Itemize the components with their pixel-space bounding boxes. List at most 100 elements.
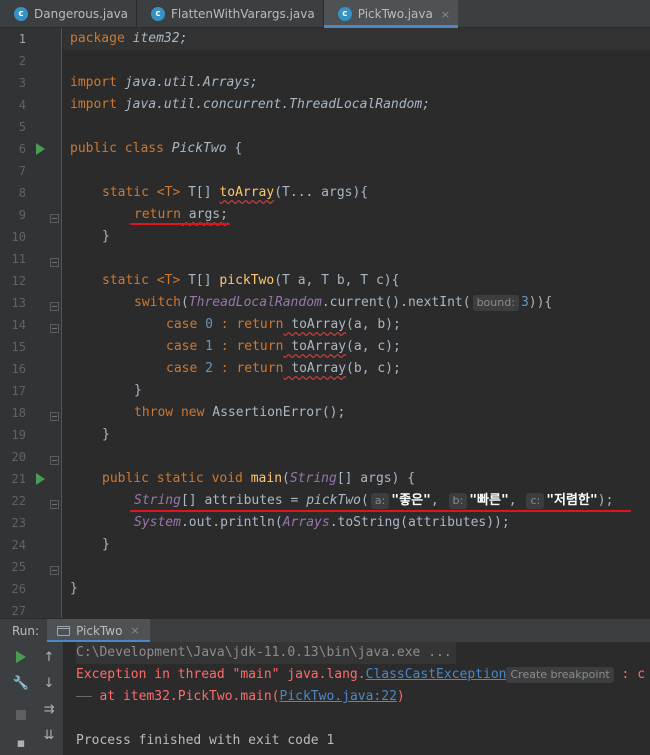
line-number: 8 [18,186,26,200]
call-chain: .current().nextInt( [321,295,471,310]
error-text: Exception in thread "main" java.lang. [76,667,366,682]
method-name: pickTwo [219,273,275,288]
fold-icon[interactable] [50,456,59,465]
camera-button[interactable]: ▪ [12,734,30,752]
params: (T... args){ [274,185,369,200]
fold-icon[interactable] [50,324,59,333]
paren: ( [282,471,290,486]
line-number: 19 [11,428,26,442]
camera-icon: ▪ [16,735,26,751]
line-number: 9 [18,208,26,222]
stop-button[interactable] [12,706,30,724]
code-line-3: import java.util.Arrays; [70,72,258,94]
code-line-23: System.out.println(Arrays.toString(attri… [134,512,510,534]
run-main-icon[interactable] [36,473,45,485]
run-tab-picktwo[interactable]: PickTwo × [47,618,150,643]
number: 0 [197,317,213,332]
parameter-hint: c: [526,493,545,509]
soft-wrap-button[interactable]: ⇉ [40,700,58,718]
console-command-line[interactable]: C:\Development\Java\jdk-11.0.13\bin\java… [76,642,456,664]
source-link[interactable]: PickTwo.java:22 [280,689,397,704]
paren: ( [180,295,189,310]
code-line-24: } [102,537,110,552]
fold-icon[interactable] [50,566,59,575]
stop-icon [16,710,26,720]
code-line-17: } [134,383,142,398]
keyword: : return [212,361,284,376]
line-number: 11 [11,252,26,266]
fold-icon[interactable] [50,412,59,421]
args: (a, b); [346,317,401,332]
editor-gutter: 1 2 3 4 5 6 7 8 9 10 11 12 13 14 15 16 1… [0,28,62,618]
code-editor[interactable]: package item32; import java.util.Arrays;… [63,28,650,618]
console-trace-line: —— at item32.PickTwo.main(PickTwo.java:2… [76,686,405,708]
return-expr: args; [180,207,228,222]
scroll-to-end-button[interactable]: ⇊ [40,726,58,744]
close-icon[interactable]: × [130,624,139,637]
paren: )){ [528,295,553,310]
line-number: 20 [11,450,26,464]
parameter-hint: a: [370,493,390,509]
editor-tab-bar: c Dangerous.java c FlattenWithVarargs.ja… [0,0,650,28]
exception-link[interactable]: ClassCastException [366,667,507,682]
return-type: T[] [180,185,220,200]
tab-label: Dangerous.java [34,7,129,21]
run-tool-window-header: Run: PickTwo × [0,618,650,643]
method-call: pickTwo [306,493,361,508]
tab-pick-two[interactable]: c PickTwo.java × [323,0,459,28]
params: (T a, T b, T c){ [274,273,400,288]
code-line-10: } [102,229,110,244]
number: 3 [520,295,529,310]
line-number: 23 [11,516,26,530]
number: 1 [197,339,213,354]
code-line-19: } [102,427,110,442]
code-line-4: import java.util.concurrent.ThreadLocalR… [70,94,430,116]
console-exit-line: Process finished with exit code 1 [76,733,335,748]
java-class-icon: c [151,7,166,21]
arrow-up-icon: ↑ [43,649,55,665]
number: 2 [197,361,213,376]
line-number: 25 [11,560,26,574]
trace-dash: —— [76,689,100,704]
console-output[interactable]: C:\Development\Java\jdk-11.0.13\bin\java… [64,642,650,755]
tab-flatten-with-varargs[interactable]: c FlattenWithVarargs.java [137,0,323,28]
string-literal: "저렴한" [546,493,598,508]
fold-icon[interactable] [50,500,59,509]
line-number: 6 [18,142,26,156]
line-number: 24 [11,538,26,552]
keyword: static [102,185,149,200]
keyword: public class [70,141,164,156]
wrench-button[interactable]: 🔧 [12,674,30,692]
rerun-button[interactable] [12,648,30,666]
trace-text: ) [396,689,405,704]
java-class-icon: c [337,7,352,21]
close-icon[interactable]: × [441,8,450,21]
play-icon [16,651,26,663]
java-class-icon: c [14,7,28,21]
run-class-icon[interactable] [36,143,45,155]
args: (a, c); [346,339,401,354]
scroll-up-button[interactable]: ↑ [40,648,58,666]
code-line-12: static <T> T[] pickTwo(T a, T b, T c){ [102,270,399,292]
console-exception-line: Exception in thread "main" java.lang.Cla… [76,664,645,686]
annotation-underline [130,223,230,225]
line-number: 16 [11,362,26,376]
import-path: java.util.concurrent.ThreadLocalRandom; [116,97,431,112]
method-call: toArray [283,317,347,332]
brace: { [226,141,243,156]
class-ref: System [134,515,181,530]
fold-icon[interactable] [50,302,59,311]
class-ref: String [134,493,181,508]
line-number: 4 [18,98,26,112]
create-breakpoint-hint[interactable]: Create breakpoint [506,667,614,683]
fold-icon[interactable] [50,214,59,223]
keyword: return [134,207,181,222]
fold-icon[interactable] [50,258,59,267]
code-line-8: static <T> T[] toArray(T... args){ [102,182,368,204]
tab-dangerous[interactable]: c Dangerous.java [0,0,136,28]
class-ref: Arrays [282,515,330,530]
line-number: 5 [18,120,26,134]
scroll-down-button[interactable]: ↓ [40,674,58,692]
scroll-to-end-icon: ⇊ [43,727,55,743]
keyword: case [166,361,198,376]
